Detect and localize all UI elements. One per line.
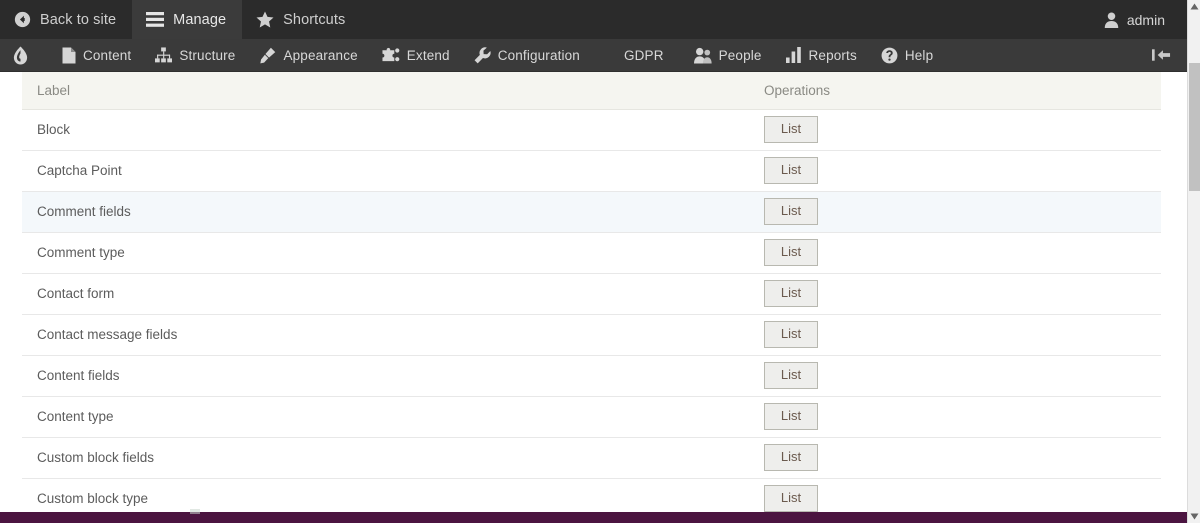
collapse-toolbar-icon xyxy=(1152,48,1171,62)
bottom-status-bar xyxy=(0,512,1187,523)
list-button[interactable]: List xyxy=(764,444,818,471)
table-row[interactable]: Comment fields List xyxy=(22,191,1161,232)
table-header-row: Label Operations xyxy=(22,72,1161,109)
tab-back-to-site-label: Back to site xyxy=(40,12,116,28)
list-button[interactable]: List xyxy=(764,239,818,266)
page-scrollbar[interactable] xyxy=(1187,0,1200,523)
menu-item-extend-label: Extend xyxy=(407,48,450,63)
row-operations-cell: List xyxy=(742,314,1161,355)
table-row[interactable]: Captcha Point List xyxy=(22,150,1161,191)
row-operations-cell: List xyxy=(742,273,1161,314)
list-button[interactable]: List xyxy=(764,403,818,430)
tab-shortcuts[interactable]: Shortcuts xyxy=(242,0,361,39)
table-row[interactable]: Contact form List xyxy=(22,273,1161,314)
list-button[interactable]: List xyxy=(764,198,818,225)
menu-item-structure[interactable]: Structure xyxy=(143,39,247,72)
user-menu[interactable]: admin xyxy=(1092,0,1187,39)
menu-item-reports[interactable]: Reports xyxy=(774,39,869,72)
menu-item-people[interactable]: People xyxy=(682,39,774,72)
tab-back-to-site[interactable]: Back to site xyxy=(0,0,132,39)
list-button[interactable]: List xyxy=(764,157,818,184)
menu-item-appearance[interactable]: Appearance xyxy=(247,39,369,72)
tab-manage-label: Manage xyxy=(173,12,226,28)
row-operations-cell: List xyxy=(742,437,1161,478)
collapse-toolbar-button[interactable] xyxy=(1136,39,1187,72)
row-label-cell: Content fields xyxy=(22,355,742,396)
table-body: BlockListCaptcha PointListComment fields… xyxy=(22,109,1161,519)
scrollbar-up-arrow-icon[interactable] xyxy=(1188,0,1200,13)
menu-item-extend[interactable]: Extend xyxy=(370,39,462,72)
table-row[interactable]: Block List xyxy=(22,109,1161,150)
menu-item-people-label: People xyxy=(719,48,762,63)
row-label-cell: Content type xyxy=(22,396,742,437)
table-row[interactable]: Custom block fields List xyxy=(22,437,1161,478)
table-row[interactable]: Content type List xyxy=(22,396,1161,437)
admin-page: Back to site Manage Shortcuts xyxy=(0,0,1200,523)
user-menu-label: admin xyxy=(1127,12,1165,28)
row-label-cell: Comment fields xyxy=(22,191,742,232)
list-button[interactable]: List xyxy=(764,116,818,143)
column-header-label: Label xyxy=(22,72,742,109)
row-operations-cell: List xyxy=(742,150,1161,191)
menu-item-configuration-label: Configuration xyxy=(498,48,580,63)
list-button[interactable]: List xyxy=(764,362,818,389)
question-mark-circle-icon xyxy=(881,47,898,64)
column-header-operations: Operations xyxy=(742,72,1161,109)
row-label-cell: Comment type xyxy=(22,232,742,273)
wrench-icon xyxy=(474,47,491,64)
page-content: Label Operations Block List Captcha Point L… xyxy=(0,72,1187,523)
row-operations-cell: List xyxy=(742,355,1161,396)
menu-item-appearance-label: Appearance xyxy=(283,48,357,63)
table-row[interactable]: Comment type List xyxy=(22,232,1161,273)
scrollbar-thumb[interactable] xyxy=(1189,63,1200,191)
list-button[interactable]: List xyxy=(764,321,818,348)
menu-item-help-label: Help xyxy=(905,48,933,63)
back-arrow-circle-icon xyxy=(14,11,31,28)
entity-list-table: Label Operations Block List Captcha Point L… xyxy=(22,72,1161,520)
row-label-cell: Captcha Point xyxy=(22,150,742,191)
menu-item-configuration[interactable]: Configuration xyxy=(462,39,592,72)
sitemap-icon xyxy=(155,47,172,63)
menu-item-help[interactable]: Help xyxy=(869,39,945,72)
table-row[interactable]: Contact message fields List xyxy=(22,314,1161,355)
row-label-cell: Block xyxy=(22,109,742,150)
list-button[interactable]: List xyxy=(764,485,818,512)
menu-item-home[interactable] xyxy=(0,39,50,72)
row-operations-cell: List xyxy=(742,109,1161,150)
admin-toolbar-menu: Content Structure xyxy=(0,39,1187,72)
table-head: Label Operations xyxy=(22,72,1161,109)
row-label-cell: Contact message fields xyxy=(22,314,742,355)
row-label-cell: Contact form xyxy=(22,273,742,314)
admin-toolbar-top: Back to site Manage Shortcuts xyxy=(0,0,1187,39)
bar-chart-icon xyxy=(786,47,802,63)
table-row[interactable]: Content fields List xyxy=(22,355,1161,396)
bottom-bar-notch xyxy=(190,509,200,514)
hamburger-menu-icon xyxy=(146,12,164,27)
tab-shortcuts-label: Shortcuts xyxy=(283,12,345,28)
tab-manage[interactable]: Manage xyxy=(132,0,242,39)
menu-item-content-label: Content xyxy=(83,48,131,63)
toolbar-spacer xyxy=(361,0,1092,39)
user-avatar-icon xyxy=(1104,12,1119,28)
row-operations-cell: List xyxy=(742,396,1161,437)
people-icon xyxy=(694,47,712,64)
row-label-cell: Custom block fields xyxy=(22,437,742,478)
menu-item-content[interactable]: Content xyxy=(50,39,143,72)
star-icon xyxy=(256,11,274,28)
drupal-drop-icon xyxy=(12,46,29,65)
row-operations-cell: List xyxy=(742,232,1161,273)
puzzle-piece-icon xyxy=(382,47,400,64)
scrollbar-down-arrow-icon[interactable] xyxy=(1188,510,1200,523)
menu-item-gdpr[interactable]: GDPR xyxy=(592,39,682,72)
row-operations-cell: List xyxy=(742,191,1161,232)
list-button[interactable]: List xyxy=(764,280,818,307)
paintbrush-icon xyxy=(259,47,276,64)
menu-item-reports-label: Reports xyxy=(809,48,857,63)
document-icon xyxy=(62,47,76,64)
menu-item-gdpr-label: GDPR xyxy=(624,48,664,63)
menu-item-structure-label: Structure xyxy=(179,48,235,63)
